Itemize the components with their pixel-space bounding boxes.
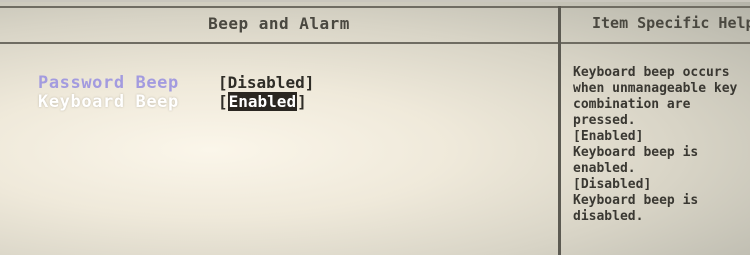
setting-value[interactable]: [Enabled] — [218, 92, 307, 111]
help-line: when unmanageable key — [573, 81, 738, 96]
settings-list: Password Beep [Disabled] Keyboard Beep [… — [38, 72, 314, 112]
help-line: Keyboard beep is — [573, 193, 699, 208]
bracket-open: [ — [218, 92, 228, 111]
panel-divider — [558, 6, 561, 255]
help-line: combination are — [573, 97, 691, 112]
help-line: Keyboard beep is — [573, 145, 699, 160]
help-line: [Disabled] — [573, 177, 652, 192]
bracket-open: [ — [218, 73, 228, 92]
help-panel-body: Keyboard beep occurs when unmanageable k… — [573, 65, 750, 225]
setting-value-text: Disabled — [227, 73, 305, 92]
help-line: Keyboard beep occurs — [573, 65, 730, 80]
setting-label: Password Beep — [38, 72, 179, 93]
setting-password-beep[interactable]: Password Beep [Disabled] — [38, 72, 314, 93]
setting-keyboard-beep[interactable]: Keyboard Beep [Enabled] — [38, 91, 314, 112]
help-panel-title: Item Specific Help — [592, 14, 750, 32]
help-line: pressed. — [573, 113, 636, 128]
page-title: Beep and Alarm — [208, 14, 350, 33]
help-line: enabled. — [573, 161, 636, 176]
setting-value-text: Enabled — [227, 92, 298, 111]
help-line: [Enabled] — [573, 129, 644, 144]
setting-value[interactable]: [Disabled] — [218, 73, 314, 92]
bracket-close: ] — [304, 73, 315, 92]
bracket-close: ] — [297, 92, 307, 111]
top-border — [0, 0, 750, 2]
setting-label: Keyboard Beep — [38, 91, 179, 112]
help-line: disabled. — [573, 209, 644, 224]
